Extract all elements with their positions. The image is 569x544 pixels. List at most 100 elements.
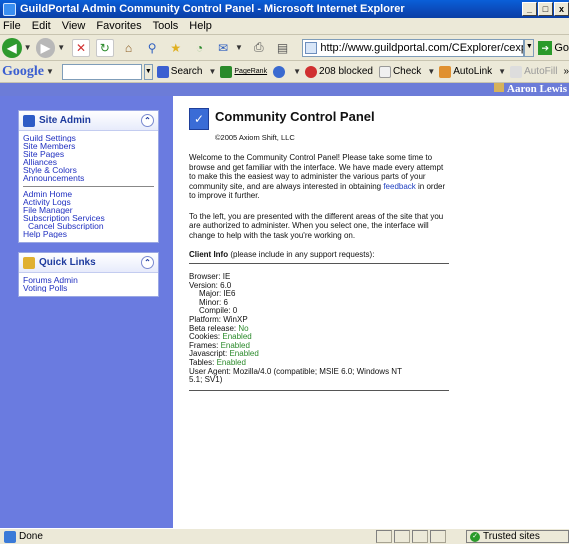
google-g-icon — [156, 65, 169, 78]
forward-icon[interactable]: ▶ — [35, 37, 56, 58]
favorites-star-icon[interactable]: ★ — [167, 39, 185, 57]
menu-tools[interactable]: Tools — [153, 20, 179, 32]
link-site-pages[interactable]: Site Pages — [23, 150, 154, 158]
mail-icon[interactable]: ✉ — [214, 39, 232, 57]
pagerank-indicator[interactable]: PageRank — [220, 65, 268, 78]
quick-links-collapse-icon[interactable]: ⌃ — [141, 256, 154, 269]
browser-window: GuildPortal Admin Community Control Pane… — [0, 0, 569, 544]
link-admin-home[interactable]: Admin Home — [23, 190, 154, 198]
google-toolbar: Google ▼ ▼ Search ▼ PageRank ▼ 208 block… — [0, 61, 569, 83]
client-info-label: Client Info — [189, 250, 229, 259]
link-subscription-services[interactable]: Subscription Services — [23, 214, 154, 222]
info-dropdown-icon[interactable]: ▼ — [293, 67, 301, 76]
title-bar[interactable]: GuildPortal Admin Community Control Pane… — [0, 0, 569, 18]
standard-toolbar: ◀ ▼ ▶ ▼ ✕ ↻ ⌂ ⚲ ★ ◔ ✉ ▼ ⎙ ▤ http://www.g… — [0, 35, 569, 61]
address-dropdown-icon[interactable]: ▼ — [524, 38, 535, 57]
security-zone[interactable]: ✓ Trusted sites — [466, 530, 569, 543]
edit-icon[interactable]: ▤ — [274, 39, 292, 57]
link-activity-logs[interactable]: Activity Logs — [23, 198, 154, 206]
autofill-icon — [510, 65, 523, 78]
copyright: ©2005 Axiom Shift, LLC — [215, 133, 295, 142]
menu-view[interactable]: View — [62, 20, 86, 32]
link-style-colors[interactable]: Style & Colors — [23, 166, 154, 174]
info-user-agent-cont: 5.1; SV1) — [189, 375, 223, 385]
maximize-button[interactable]: □ — [538, 2, 553, 16]
page-icon — [305, 41, 318, 54]
site-admin-collapse-icon[interactable]: ⌃ — [141, 114, 154, 127]
spell-check-button[interactable]: Check — [378, 65, 422, 78]
popup-blocker-icon — [305, 65, 318, 78]
quick-links-panel: Quick Links ⌃ Forums Admin Voting Polls — [18, 252, 159, 297]
google-menu-dropdown-icon[interactable]: ▼ — [46, 67, 54, 76]
home-icon[interactable]: ⌂ — [120, 39, 138, 57]
stop-icon[interactable]: ✕ — [72, 38, 90, 57]
refresh-icon[interactable]: ↻ — [95, 38, 114, 57]
menu-favorites[interactable]: Favorites — [96, 20, 141, 32]
go-button[interactable]: ➔ Go — [538, 40, 569, 55]
autolink-button[interactable]: AutoLink — [439, 65, 493, 78]
link-voting-polls[interactable]: Voting Polls — [23, 284, 154, 292]
back-icon[interactable]: ◀ — [2, 37, 22, 58]
address-url[interactable]: http://www.guildportal.com/CExplorer/cex… — [320, 42, 523, 54]
client-info-note: (please include in any support requests)… — [228, 250, 375, 259]
minimize-button[interactable]: _ — [522, 2, 537, 16]
status-pane — [394, 530, 410, 543]
welcome-paragraph: Welcome to the Community Control Panel! … — [189, 153, 449, 201]
search-icon[interactable]: ⚲ — [143, 39, 161, 57]
user-name: Aaron Lewis — [507, 83, 567, 95]
zone-label: Trusted sites — [483, 531, 540, 542]
autolink-icon — [439, 65, 452, 78]
link-announcements[interactable]: Announcements — [23, 174, 154, 182]
menu-help[interactable]: Help — [189, 20, 212, 32]
site-admin-panel: Site Admin ⌃ Guild Settings Site Members… — [18, 110, 159, 243]
history-icon[interactable]: ◔ — [191, 39, 209, 57]
status-pane — [376, 530, 392, 543]
site-admin-links: Guild Settings Site Members Site Pages A… — [19, 131, 158, 242]
user-display[interactable]: Aaron Lewis — [494, 83, 567, 96]
admin-sidebar: Site Admin ⌃ Guild Settings Site Members… — [0, 96, 173, 528]
user-icon — [494, 83, 504, 92]
status-panes — [376, 530, 446, 543]
link-cancel-subscription[interactable]: Cancel Subscription — [23, 222, 154, 230]
link-guild-settings[interactable]: Guild Settings — [23, 134, 154, 142]
print-icon[interactable]: ⎙ — [250, 39, 268, 57]
mail-dropdown-icon[interactable]: ▼ — [235, 43, 243, 52]
popup-blocker-button[interactable]: 208 blocked — [305, 65, 373, 78]
google-search-label: Search — [170, 66, 203, 77]
menu-file[interactable]: File — [3, 20, 21, 32]
autofill-button[interactable]: AutoFill — [510, 65, 557, 78]
google-logo[interactable]: Google — [2, 64, 44, 80]
blocked-count: 208 blocked — [319, 66, 373, 77]
check-label: Check — [392, 66, 422, 77]
link-help-pages[interactable]: Help Pages — [23, 230, 154, 238]
quick-links-title: Quick Links — [39, 257, 96, 268]
address-bar[interactable]: http://www.guildportal.com/CExplorer/cex… — [302, 38, 525, 57]
feedback-link[interactable]: feedback — [383, 182, 415, 191]
autolink-label: AutoLink — [453, 66, 493, 77]
link-site-members[interactable]: Site Members — [23, 142, 154, 150]
window-controls: _ □ x — [522, 2, 569, 16]
menu-edit[interactable]: Edit — [32, 20, 51, 32]
google-search-dropdown-icon[interactable]: ▼ — [143, 63, 153, 80]
link-alliances[interactable]: Alliances — [23, 158, 154, 166]
check-dropdown-icon[interactable]: ▼ — [427, 67, 435, 76]
search-dropdown-icon[interactable]: ▼ — [208, 67, 216, 76]
quick-links-header: Quick Links ⌃ — [19, 253, 158, 273]
google-search-input[interactable] — [61, 63, 142, 80]
main-panel: Community Control Panel ©2005 Axiom Shif… — [189, 108, 449, 400]
toolbar-overflow-icon[interactable]: » — [563, 66, 569, 77]
link-forums-admin[interactable]: Forums Admin — [23, 276, 154, 284]
google-search-button[interactable]: Search — [156, 65, 203, 78]
close-button[interactable]: x — [554, 2, 569, 16]
trusted-check-icon: ✓ — [470, 531, 480, 542]
autolink-dropdown-icon[interactable]: ▼ — [498, 67, 506, 76]
info-button[interactable] — [273, 65, 287, 78]
control-panel-icon — [189, 108, 209, 130]
ie-app-icon — [3, 2, 16, 16]
site-admin-header: Site Admin ⌃ — [19, 111, 158, 131]
link-file-manager[interactable]: File Manager — [23, 206, 154, 214]
forward-dropdown-icon[interactable]: ▼ — [57, 43, 65, 52]
back-dropdown-icon[interactable]: ▼ — [24, 43, 32, 52]
pagerank-label: PageRank — [234, 68, 268, 75]
quick-links-list: Forums Admin Voting Polls — [19, 273, 158, 296]
